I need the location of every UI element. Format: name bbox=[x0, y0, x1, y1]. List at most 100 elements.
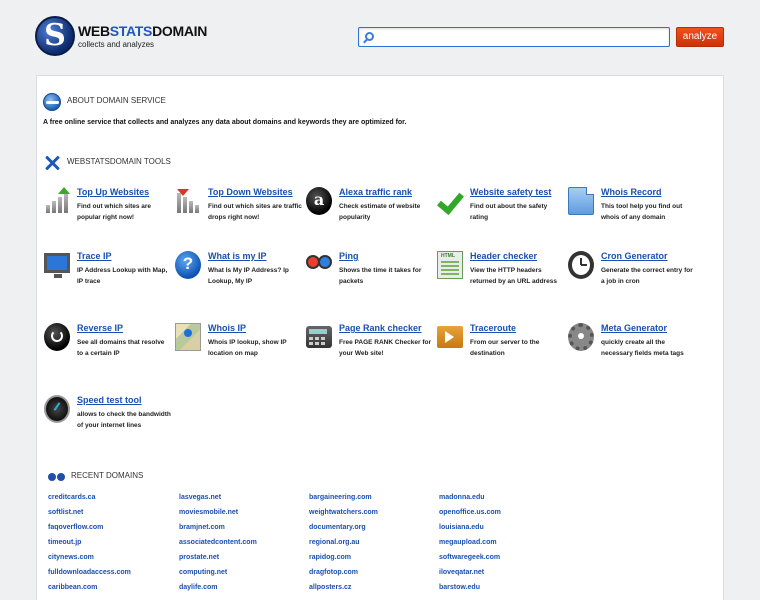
document-icon[interactable] bbox=[568, 187, 594, 215]
recent-domain-link[interactable]: weightwatchers.com bbox=[309, 509, 378, 516]
recent-domain-link[interactable]: bargaineering.com bbox=[309, 494, 372, 501]
tool-description: Shows the time it takes for packets bbox=[339, 267, 422, 285]
html-document-icon[interactable]: HTML bbox=[437, 251, 463, 279]
tools-section-title: Webstatsdomain tools bbox=[67, 157, 171, 166]
speedometer-icon[interactable] bbox=[44, 395, 70, 423]
recent-domain-link[interactable]: rapidog.com bbox=[309, 554, 351, 561]
tool-link[interactable]: Page Rank checker bbox=[339, 323, 422, 333]
tool-description: IP Address Lookup with Map, IP trace bbox=[77, 267, 168, 285]
recent-domain-link[interactable]: megaupload.com bbox=[439, 539, 497, 546]
tool-item: Meta Generator quickly create all the nec… bbox=[568, 323, 700, 383]
tool-description: Free PAGE RANK Checker for your Web site… bbox=[339, 339, 431, 357]
route-icon[interactable] bbox=[437, 326, 463, 348]
gear-icon[interactable] bbox=[568, 323, 594, 351]
tool-description: From our server to the destination bbox=[470, 339, 540, 357]
tool-description: allows to check the bandwidth of your in… bbox=[77, 411, 171, 429]
recent-domain-link[interactable]: timeout.jp bbox=[48, 539, 81, 546]
recent-domain-link[interactable]: documentary.org bbox=[309, 524, 366, 531]
about-description: A free online service that collects and … bbox=[43, 119, 407, 126]
recent-domain-link[interactable]: bramjnet.com bbox=[179, 524, 225, 531]
tool-link[interactable]: Cron Generator bbox=[601, 251, 668, 261]
recent-section-header: Recent domains bbox=[47, 468, 347, 488]
tool-link[interactable]: Website safety test bbox=[470, 187, 551, 197]
recent-domain-link[interactable]: prostate.net bbox=[179, 554, 219, 561]
recent-domain-link[interactable]: iloveqatar.net bbox=[439, 569, 484, 576]
logo-wordmark: WEBSTATSDOMAIN bbox=[78, 23, 208, 39]
tool-link[interactable]: Top Down Websites bbox=[208, 187, 293, 197]
search-box[interactable] bbox=[358, 27, 670, 47]
tool-description: Find out about the safety rating bbox=[470, 203, 548, 221]
monitor-icon[interactable] bbox=[44, 253, 70, 278]
tool-link[interactable]: Meta Generator bbox=[601, 323, 667, 333]
tool-link[interactable]: Ping bbox=[339, 251, 359, 261]
recent-domain-link[interactable]: creditcards.ca bbox=[48, 494, 95, 501]
calculator-icon[interactable] bbox=[306, 326, 332, 348]
recent-domain-link[interactable]: computing.net bbox=[179, 569, 227, 576]
binoculars-icon bbox=[47, 468, 65, 486]
chart-up-icon[interactable] bbox=[44, 187, 70, 215]
question-icon[interactable]: ? bbox=[175, 251, 201, 279]
analyze-button[interactable]: analyze bbox=[676, 27, 724, 47]
tool-item: Ping Shows the time it takes for packets bbox=[306, 251, 438, 311]
recent-domain-link[interactable]: dragfotop.com bbox=[309, 569, 358, 576]
map-icon[interactable] bbox=[175, 323, 201, 351]
tool-item: Whois Record This tool help you find out … bbox=[568, 187, 700, 247]
chart-down-icon[interactable] bbox=[175, 187, 201, 215]
tool-link[interactable]: Reverse IP bbox=[77, 323, 123, 333]
tool-item: Speed test tool allows to check the bandw… bbox=[44, 395, 176, 455]
tool-description: This tool help you find out whois of any… bbox=[601, 203, 683, 221]
tool-description: Check estimate of website popularity bbox=[339, 203, 421, 221]
tool-description: See all domains that resolve to a certai… bbox=[77, 339, 165, 357]
alexa-icon[interactable]: a bbox=[306, 187, 332, 215]
recent-domain-link[interactable]: regional.org.au bbox=[309, 539, 360, 546]
recent-domain-link[interactable]: daylife.com bbox=[179, 584, 218, 591]
tool-link[interactable]: Trace IP bbox=[77, 251, 112, 261]
tool-link[interactable]: What is my IP bbox=[208, 251, 267, 261]
recent-domain-link[interactable]: allposters.cz bbox=[309, 584, 351, 591]
recent-domain-link[interactable]: fulldownloadaccess.com bbox=[48, 569, 131, 576]
recent-domain-link[interactable]: openoffice.us.com bbox=[439, 509, 501, 516]
tool-description: View the HTTP headers returned by an URL… bbox=[470, 267, 557, 285]
recent-domain-link[interactable]: caribbean.com bbox=[48, 584, 97, 591]
tool-item: Whois IP Whois IP lookup, show IP locatio… bbox=[175, 323, 307, 383]
recent-domain-link[interactable]: lasvegas.net bbox=[179, 494, 221, 501]
recent-domain-link[interactable]: faqoverflow.com bbox=[48, 524, 103, 531]
recent-domain-link[interactable]: softlist.net bbox=[48, 509, 83, 516]
tool-description: Find out which sites are traffic drops r… bbox=[208, 203, 302, 221]
recent-domain-link[interactable]: madonna.edu bbox=[439, 494, 485, 501]
tool-item: Top Up Websites Find out which sites are … bbox=[44, 187, 176, 247]
recent-domain-link[interactable]: moviesmobile.net bbox=[179, 509, 238, 516]
tools-section-header: Webstatsdomain tools bbox=[43, 154, 343, 174]
recent-domain-link[interactable]: softwaregeek.com bbox=[439, 554, 500, 561]
tool-link[interactable]: Speed test tool bbox=[77, 395, 142, 405]
checkmark-icon[interactable] bbox=[437, 187, 463, 215]
tool-link[interactable]: Top Up Websites bbox=[77, 187, 149, 197]
tool-item: Reverse IP See all domains that resolve t… bbox=[44, 323, 176, 383]
tool-item: Website safety test Find out about the sa… bbox=[437, 187, 569, 247]
search-icon bbox=[365, 32, 374, 41]
recent-domain-link[interactable]: louisiana.edu bbox=[439, 524, 484, 531]
tools-icon bbox=[43, 154, 61, 172]
ping-arrows-icon[interactable] bbox=[306, 255, 334, 275]
logo-tagline: collects and analyzes bbox=[78, 40, 155, 49]
reverse-icon[interactable] bbox=[44, 323, 70, 351]
clock-icon[interactable] bbox=[568, 251, 594, 279]
recent-domain-link[interactable]: associatedcontent.com bbox=[179, 539, 257, 546]
tool-item: Trace IP IP Address Lookup with Map, IP t… bbox=[44, 251, 176, 311]
tool-description: Whois IP lookup, show IP location on map bbox=[208, 339, 287, 357]
tool-link[interactable]: Whois IP bbox=[208, 323, 246, 333]
tool-description: What Is My IP Address? Ip Lookup, My IP bbox=[208, 267, 289, 285]
tool-link[interactable]: Header checker bbox=[470, 251, 537, 261]
tool-link[interactable]: Traceroute bbox=[470, 323, 516, 333]
tool-item: a Alexa traffic rank Check estimate of web… bbox=[306, 187, 438, 247]
tool-link[interactable]: Alexa traffic rank bbox=[339, 187, 412, 197]
tool-link[interactable]: Whois Record bbox=[601, 187, 662, 197]
site-logo[interactable]: S WEBSTATSDOMAIN collects and analyzes bbox=[35, 14, 215, 58]
tool-item: Top Down Websites Find out which sites ar… bbox=[175, 187, 307, 247]
recent-domain-link[interactable]: citynews.com bbox=[48, 554, 94, 561]
tool-item: Page Rank checker Free PAGE RANK Checker … bbox=[306, 323, 438, 383]
main-panel: About domain service A free online servi… bbox=[36, 75, 724, 600]
about-section-header: About domain service bbox=[43, 93, 343, 113]
search-input[interactable] bbox=[379, 29, 665, 45]
recent-domain-link[interactable]: barstow.edu bbox=[439, 584, 480, 591]
